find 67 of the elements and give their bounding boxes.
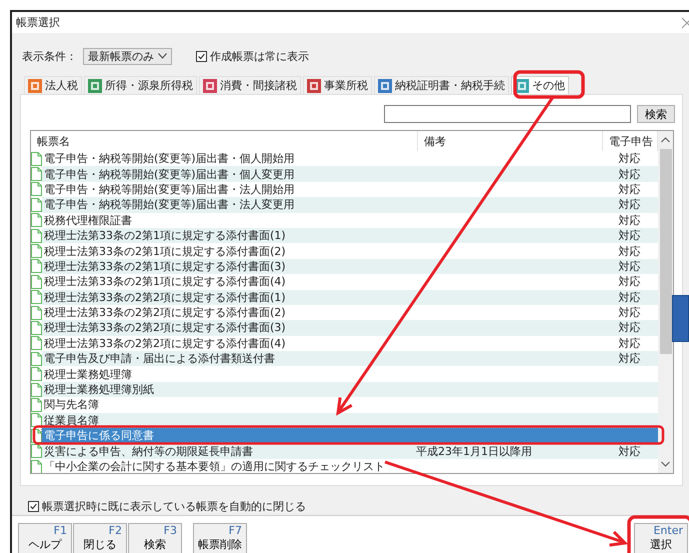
document-icon xyxy=(31,320,42,335)
scroll-down-icon[interactable] xyxy=(661,461,670,467)
function-key-button[interactable]: F3 検索 xyxy=(128,523,182,553)
tab[interactable]: 消費・間接諸税 xyxy=(199,76,301,94)
document-icon xyxy=(31,306,42,320)
document-icon xyxy=(31,244,42,258)
checkbox[interactable] xyxy=(196,50,207,62)
table-row[interactable]: 電子申告・納税等開始(変更等)届出書・個人変更用 対応 xyxy=(42,166,658,182)
table-row[interactable]: 税務代理権限証書 対応 xyxy=(42,212,658,228)
table-row[interactable]: 税理士法第33条の2第1項に規定する添付書面(2) 対応 xyxy=(42,243,658,259)
search-field[interactable] xyxy=(384,105,631,123)
function-key-button[interactable]: Enter 選択 xyxy=(634,523,688,553)
table-row[interactable]: 税理士法第33条の2第2項に規定する添付書面(3) 対応 xyxy=(42,320,658,336)
scrollbar[interactable] xyxy=(658,131,673,473)
filter-dropdown[interactable]: 最新帳票のみ xyxy=(83,48,172,64)
table-row[interactable]: 税理士業務処理簿別紙 xyxy=(42,382,658,398)
document-icon xyxy=(31,352,42,366)
column-header[interactable]: 帳票名 xyxy=(31,131,418,151)
window-title: 帳票選択 xyxy=(16,15,60,30)
table-row[interactable]: 電子申告に係る同意書 xyxy=(42,428,658,444)
document-icon xyxy=(31,274,42,289)
document-icon xyxy=(31,167,42,182)
document-icon xyxy=(31,290,42,304)
highlight-box xyxy=(627,515,689,553)
document-icon xyxy=(31,460,42,473)
document-icon xyxy=(31,444,42,458)
table-row[interactable]: 「中小企業の会計に関する基本要領」の適用に関するチェックリスト xyxy=(42,458,658,473)
checkbox-label: 作成帳票は常に表示 xyxy=(210,48,309,64)
function-key-button[interactable]: F2 閉じる xyxy=(73,523,127,553)
document-icon xyxy=(31,182,42,196)
table-row[interactable]: 税理士法第33条の2第1項に規定する添付書面(1) 対応 xyxy=(42,228,658,244)
table-row[interactable]: 電子申告・納税等開始(変更等)届出書・個人開始用 対応 xyxy=(42,151,658,166)
highlight-box xyxy=(513,70,585,99)
document-icon xyxy=(31,336,42,350)
table-row[interactable]: 関与先名簿 xyxy=(42,397,658,413)
function-key-button[interactable]: F1 ヘルプ xyxy=(18,523,72,553)
document-icon xyxy=(31,382,42,397)
tab[interactable]: 納税証明書・納税手続 xyxy=(374,76,509,94)
tab[interactable]: 法人税 xyxy=(24,76,82,94)
document-icon xyxy=(31,398,42,412)
document-icon xyxy=(31,413,42,428)
table-row[interactable]: 税理士法第33条の2第2項に規定する添付書面(2) 対応 xyxy=(42,304,658,320)
document-icon xyxy=(31,198,42,212)
table-row[interactable]: 電子申告・納税等開始(変更等)届出書・法人開始用 対応 xyxy=(42,182,658,198)
table-row[interactable]: 電子申告・納税等開始(変更等)届出書・法人変更用 対応 xyxy=(42,197,658,213)
document-icon xyxy=(31,367,42,382)
scroll-up-icon[interactable] xyxy=(661,137,670,143)
document-icon xyxy=(31,152,42,166)
caret-icon xyxy=(158,53,167,59)
tab[interactable]: 事業所税 xyxy=(303,76,372,94)
table-row[interactable]: 税理士法第33条の2第2項に規定する添付書面(4) 対応 xyxy=(42,336,658,352)
document-icon xyxy=(31,228,42,243)
table-row[interactable]: 税理士業務処理簿 xyxy=(42,366,658,382)
table-row[interactable]: 電子申告及び申請・届出による添付書類送付書 対応 xyxy=(42,351,658,366)
document-icon xyxy=(31,259,42,274)
table-row[interactable]: 税理士法第33条の2第1項に規定する添付書面(3) 対応 xyxy=(42,258,658,274)
checkbox[interactable] xyxy=(28,500,39,512)
table-row[interactable]: 税理士法第33条の2第2項に規定する添付書面(1) 対応 xyxy=(42,290,658,305)
table-row[interactable]: 税理士法第33条の2第1項に規定する添付書面(4) 対応 xyxy=(42,274,658,290)
tab[interactable]: その他 xyxy=(511,76,569,94)
tab[interactable]: 所得・源泉所得税 xyxy=(84,76,197,94)
column-header[interactable]: 備考 xyxy=(418,131,603,151)
checkbox-label: 帳票選択時に既に表示している帳票を自動的に閉じる xyxy=(42,498,306,514)
search-button[interactable]: 検索 xyxy=(637,105,675,123)
document-icon xyxy=(31,213,42,228)
filter-label: 表示条件： xyxy=(22,48,77,64)
function-key-button[interactable]: F7 帳票削除 xyxy=(193,523,247,553)
